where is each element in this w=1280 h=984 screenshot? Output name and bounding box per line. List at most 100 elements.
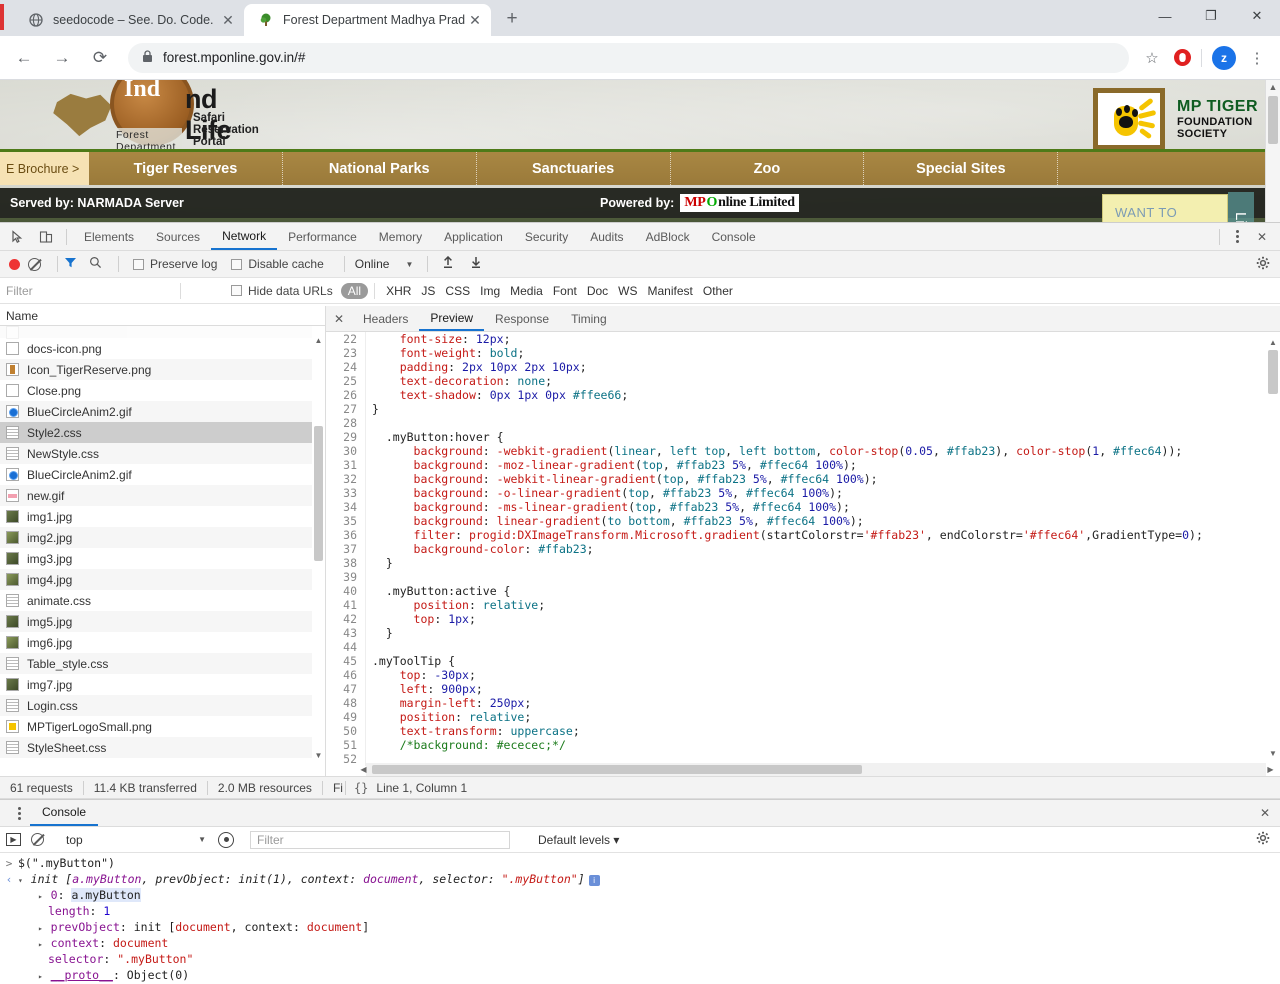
- devtools-tab-audits[interactable]: Audits: [579, 223, 634, 250]
- context-select[interactable]: top ▼: [66, 833, 206, 847]
- nav-item-zoo[interactable]: Zoo: [671, 152, 865, 185]
- nav-item-national-parks[interactable]: National Parks: [283, 152, 477, 185]
- checkbox-box[interactable]: [231, 258, 243, 270]
- close-detail-icon[interactable]: ✕: [326, 312, 352, 326]
- devtools-tab-adblock[interactable]: AdBlock: [635, 223, 701, 250]
- request-row[interactable]: img4.jpg: [0, 569, 325, 590]
- scroll-up-icon[interactable]: ▲: [1266, 336, 1280, 349]
- scroll-up-icon[interactable]: ▲: [1266, 80, 1280, 94]
- filter-type-css[interactable]: CSS: [440, 284, 475, 298]
- record-icon[interactable]: [9, 258, 20, 270]
- filter-type-xhr[interactable]: XHR: [381, 284, 416, 298]
- filter-input[interactable]: Filter: [0, 284, 170, 298]
- scroll-down-icon[interactable]: ▼: [1266, 747, 1280, 760]
- request-row[interactable]: Login.css: [0, 695, 325, 716]
- inspect-icon[interactable]: [4, 224, 32, 250]
- devtools-tab-console[interactable]: Console: [701, 223, 767, 250]
- device-toolbar-icon[interactable]: [32, 224, 60, 250]
- browser-tab-2[interactable]: Forest Department Madhya Prad ✕: [244, 4, 492, 36]
- request-row[interactable]: Close.png: [0, 380, 325, 401]
- kebab-menu-icon[interactable]: [1226, 225, 1248, 249]
- filter-type-img[interactable]: Img: [475, 284, 505, 298]
- detail-tab-preview[interactable]: Preview: [419, 306, 485, 331]
- close-drawer-icon[interactable]: ✕: [1260, 806, 1270, 820]
- devtools-tab-application[interactable]: Application: [433, 223, 514, 250]
- console-filter-input[interactable]: Filter: [250, 830, 510, 849]
- filter-type-other[interactable]: Other: [698, 284, 738, 298]
- chrome-menu-icon[interactable]: ⋮: [1242, 43, 1272, 73]
- close-icon[interactable]: ✕: [218, 10, 238, 30]
- detail-tab-response[interactable]: Response: [484, 306, 560, 331]
- preserve-log-checkbox[interactable]: Preserve log: [133, 257, 217, 271]
- avatar[interactable]: z: [1212, 45, 1236, 70]
- address-bar[interactable]: forest.mponline.gov.in/#: [128, 42, 1129, 73]
- nav-item-tiger-reserves[interactable]: Tiger Reserves: [89, 152, 283, 185]
- reload-icon[interactable]: ⟳: [84, 42, 116, 74]
- maximize-icon[interactable]: ❐: [1188, 0, 1234, 32]
- request-row[interactable]: img2.jpg: [0, 527, 325, 548]
- gear-icon[interactable]: [1256, 256, 1270, 273]
- log-levels-select[interactable]: Default levels ▾: [538, 833, 619, 847]
- scroll-thumb[interactable]: [372, 765, 862, 774]
- info-badge-icon[interactable]: i: [588, 875, 600, 886]
- funnel-icon[interactable]: [64, 256, 77, 272]
- devtools-tab-sources[interactable]: Sources: [145, 223, 211, 250]
- request-row[interactable]: img5.jpg: [0, 611, 325, 632]
- nav-item-sanctuaries[interactable]: Sanctuaries: [477, 152, 671, 185]
- scroll-thumb[interactable]: [314, 426, 323, 561]
- forward-icon[interactable]: →: [46, 42, 78, 74]
- request-row[interactable]: Icon_TigerReserve.png: [0, 359, 325, 380]
- filter-type-ws[interactable]: WS: [613, 284, 642, 298]
- scroll-right-icon[interactable]: ▶: [1264, 763, 1277, 776]
- scroll-up-icon[interactable]: ▲: [312, 334, 325, 347]
- nav-item-special-sites[interactable]: Special Sites: [864, 152, 1059, 185]
- devtools-tab-performance[interactable]: Performance: [277, 223, 368, 250]
- request-row[interactable]: Table_style.css: [0, 653, 325, 674]
- request-row[interactable]: img7.jpg: [0, 674, 325, 695]
- console-output[interactable]: > $(".myButton") ‹ ▾ init [a.myButton, prev…: [0, 853, 1280, 984]
- pretty-print-icon[interactable]: {}: [346, 781, 376, 795]
- live-expression-icon[interactable]: [218, 831, 234, 848]
- filter-type-doc[interactable]: Doc: [582, 284, 613, 298]
- request-row[interactable]: MPTigerLogoSmall.png: [0, 716, 325, 737]
- request-list-scrollbar[interactable]: ▲ ▼: [312, 326, 325, 776]
- request-row[interactable]: Style2.css: [0, 422, 325, 443]
- devtools-tab-memory[interactable]: Memory: [368, 223, 433, 250]
- mp-tiger-foundation-logo[interactable]: MP TIGER FOUNDATION SOCIETY: [1092, 88, 1258, 150]
- close-icon[interactable]: ✕: [465, 10, 485, 30]
- detail-tab-timing[interactable]: Timing: [560, 306, 618, 331]
- request-row[interactable]: StyleSheet.css: [0, 737, 325, 758]
- checkbox-box[interactable]: [231, 285, 242, 296]
- hide-data-urls-checkbox[interactable]: Hide data URLs: [231, 284, 333, 298]
- clear-console-icon[interactable]: [31, 833, 44, 846]
- console-tab[interactable]: Console: [30, 800, 99, 826]
- gear-icon[interactable]: [1256, 831, 1270, 848]
- filter-type-media[interactable]: Media: [505, 284, 548, 298]
- back-icon[interactable]: ←: [8, 42, 40, 74]
- filter-type-manifest[interactable]: Manifest: [643, 284, 698, 298]
- code-vertical-scrollbar[interactable]: ▲ ▼: [1266, 332, 1280, 776]
- scroll-thumb[interactable]: [1268, 350, 1278, 394]
- filter-type-font[interactable]: Font: [548, 284, 582, 298]
- request-rows[interactable]: docs-icon.png Icon_TigerReserve.png Close.…: [0, 326, 325, 776]
- close-window-icon[interactable]: ✕: [1234, 0, 1280, 32]
- nav-item-e-brochure[interactable]: E Brochure >: [0, 152, 89, 185]
- minimize-icon[interactable]: —: [1142, 0, 1188, 32]
- filter-type-all[interactable]: All: [340, 282, 369, 299]
- request-row[interactable]: new.gif: [0, 485, 325, 506]
- request-row[interactable]: animate.css: [0, 590, 325, 611]
- clear-icon[interactable]: [28, 257, 41, 271]
- kebab-menu-icon[interactable]: [8, 801, 30, 825]
- scroll-left-icon[interactable]: ◀: [357, 763, 370, 776]
- throttling-select[interactable]: Online ▼: [355, 257, 414, 271]
- request-row[interactable]: docs-icon.png: [0, 338, 325, 359]
- search-icon[interactable]: [89, 256, 102, 272]
- request-row[interactable]: img1.jpg: [0, 506, 325, 527]
- request-row[interactable]: img6.jpg: [0, 632, 325, 653]
- disable-cache-checkbox[interactable]: Disable cache: [231, 257, 324, 271]
- request-row[interactable]: BlueCircleAnim2.gif: [0, 464, 325, 485]
- filter-type-js[interactable]: JS: [416, 284, 440, 298]
- devtools-tab-elements[interactable]: Elements: [73, 223, 145, 250]
- detail-tab-headers[interactable]: Headers: [352, 306, 419, 331]
- scroll-thumb[interactable]: [1268, 96, 1278, 144]
